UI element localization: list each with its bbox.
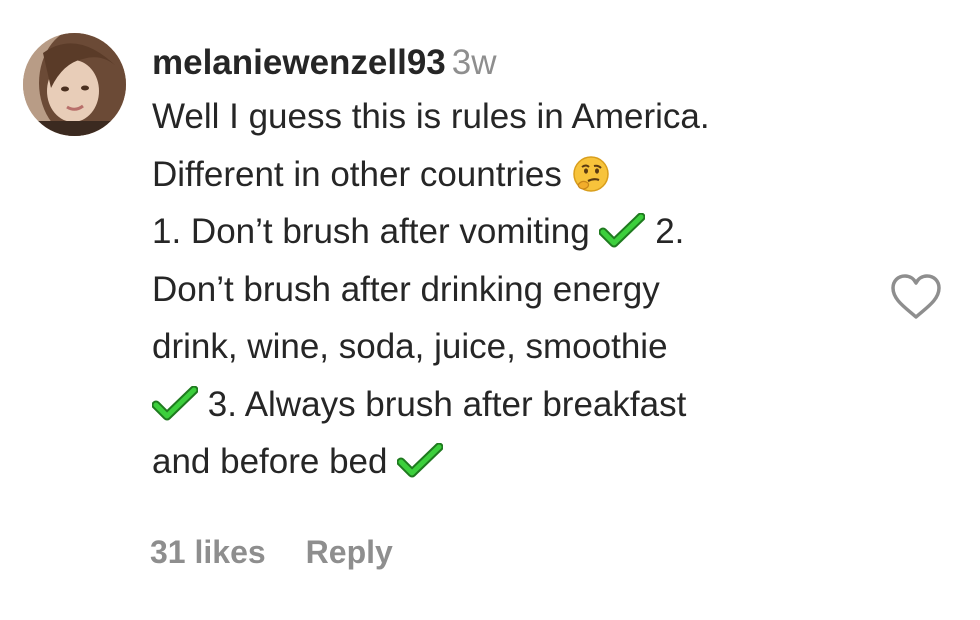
- comment-line: and before bed: [152, 433, 872, 491]
- comment-line: 3. Always brush after breakfast: [152, 376, 872, 434]
- comment-text: 3. Always brush after breakfast: [207, 384, 687, 424]
- like-heart-icon[interactable]: [888, 272, 944, 322]
- comment-text: 2.: [655, 212, 685, 251]
- comment-body: melaniewenzell93 3w Well I guess this is …: [152, 38, 872, 491]
- check-mark-icon: [397, 443, 444, 478]
- comment-text: Well I guess this is rules in America.: [152, 97, 710, 136]
- comment-text: 1. Don’t brush after vomiting: [152, 212, 590, 251]
- comment-text: drink, wine, soda, juice, smoothie: [152, 327, 668, 366]
- thinking-face-emoji-icon: [572, 155, 609, 192]
- reply-button[interactable]: Reply: [306, 530, 393, 574]
- comment-header: melaniewenzell93 3w: [152, 38, 872, 88]
- comment-text: and before bed: [152, 442, 388, 481]
- comment-line: Different in other countries: [152, 146, 872, 204]
- username-link[interactable]: melaniewenzell93: [152, 43, 446, 82]
- comment-line: 1. Don’t brush after vomiting 2.: [152, 203, 872, 261]
- likes-count-button[interactable]: 31 likes: [150, 530, 266, 574]
- check-mark-icon: [599, 213, 646, 248]
- comment-line: Don’t brush after drinking energy: [152, 261, 872, 319]
- comment: melaniewenzell93 3w Well I guess this is …: [0, 0, 980, 620]
- comment-actions: 31 likes Reply: [150, 530, 393, 574]
- comment-text: Don’t brush after drinking energy: [152, 269, 660, 309]
- comment-line: Well I guess this is rules in America.: [152, 88, 872, 146]
- comment-line: drink, wine, soda, juice, smoothie: [152, 318, 872, 376]
- comment-text: Different in other countries: [152, 154, 562, 194]
- comment-time: 3w: [451, 43, 497, 82]
- avatar[interactable]: [23, 33, 126, 136]
- check-mark-icon: [152, 385, 198, 420]
